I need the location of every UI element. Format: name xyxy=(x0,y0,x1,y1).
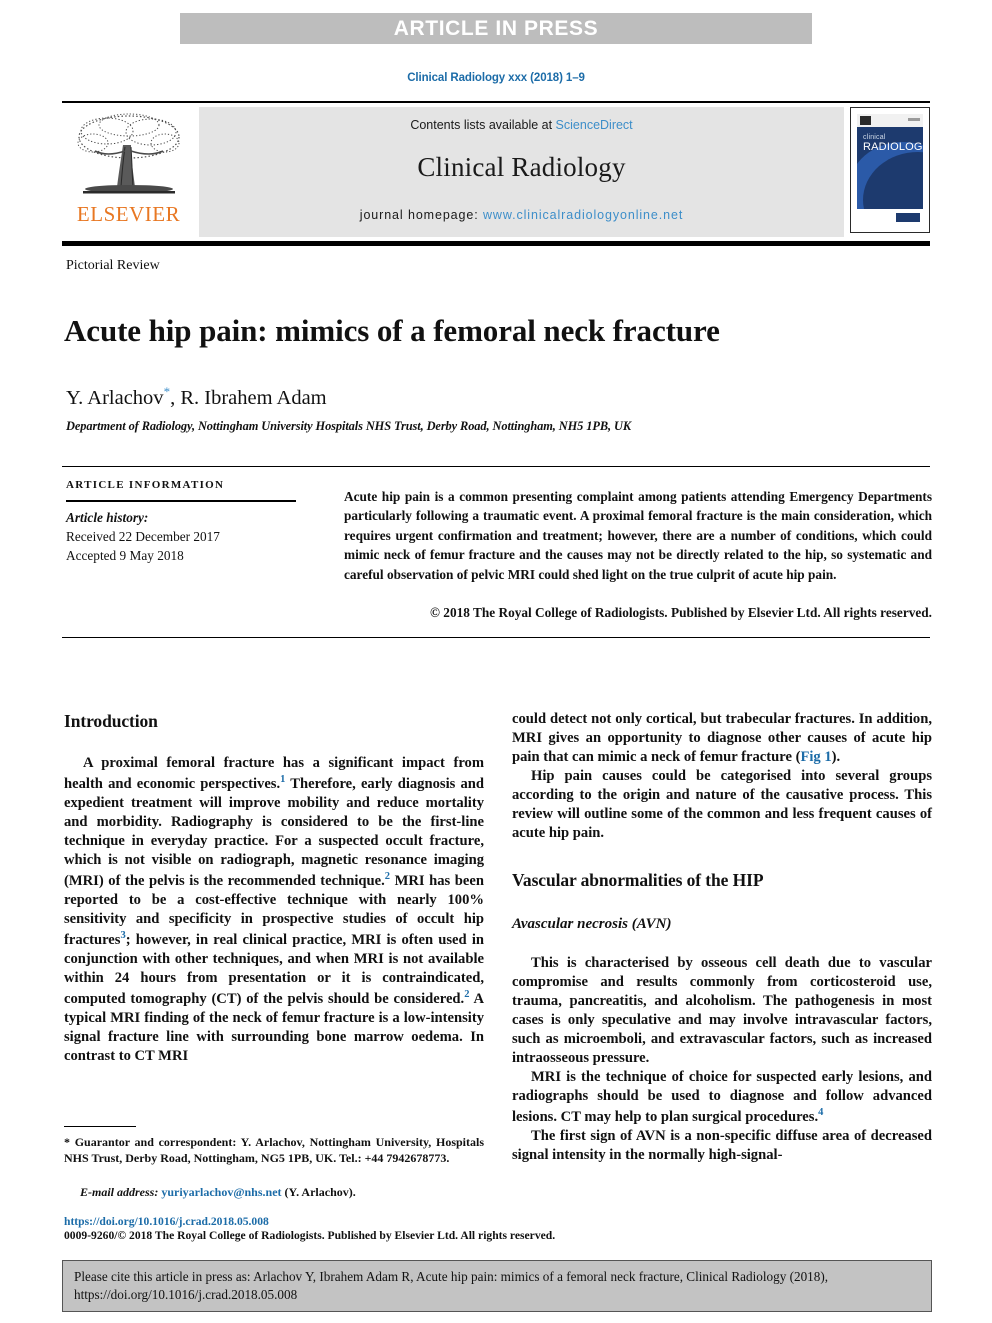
sciencedirect-link[interactable]: ScienceDirect xyxy=(556,118,633,132)
abstract-top-rule xyxy=(62,466,930,467)
paragraph-introduction: A proximal femoral fracture has a signif… xyxy=(64,754,484,1066)
cover-header-strip xyxy=(857,114,923,127)
contents-prefix-label: Contents lists available at xyxy=(410,118,556,132)
body-column-left: Introduction A proximal femoral fracture… xyxy=(64,710,484,1066)
elsevier-tree-icon xyxy=(77,113,180,194)
abstract-copyright: © 2018 The Royal College of Radiologists… xyxy=(430,605,932,620)
heading-vascular-abnormalities: Vascular abnormalities of the HIP xyxy=(512,870,764,891)
cover-publisher-badge xyxy=(896,213,920,222)
paragraph-avn-description: This is characterised by osseous cell de… xyxy=(512,954,932,1066)
doi-link[interactable]: https://doi.org/10.1016/j.crad.2018.05.0… xyxy=(64,1215,269,1228)
paragraph-mri-technique: MRI is the technique of choice for suspe… xyxy=(512,1068,932,1127)
journal-homepage-line: journal homepage: www.clinicalradiologyo… xyxy=(360,208,683,222)
article-history-block: Article history: Received 22 December 20… xyxy=(66,509,316,566)
cite-box-line-1: Please cite this article in press as: Ar… xyxy=(74,1269,829,1284)
article-type-label: Pictorial Review xyxy=(66,258,160,273)
author-affiliation: Department of Radiology, Nottingham Univ… xyxy=(66,419,631,433)
cite-box-line-2: https://doi.org/10.1016/j.crad.2018.05.0… xyxy=(74,1286,298,1302)
cover-elsevier-icon xyxy=(860,116,871,125)
please-cite-box: Please cite this article in press as: Ar… xyxy=(62,1260,932,1312)
corresponding-author-email-link[interactable]: yuriyarlachov@nhs.net xyxy=(161,1185,281,1199)
paragraph-continued: could detect not only cortical, but trab… xyxy=(512,710,932,767)
subheading-avascular-necrosis: Avascular necrosis (AVN) xyxy=(512,916,672,933)
intro-text-d: ; however, in real clinical practice, MR… xyxy=(64,931,484,1007)
cover-artwork: clinical RADIOLOGY xyxy=(857,114,923,226)
article-in-press-label: ARTICLE IN PRESS xyxy=(393,16,599,40)
citation-ref-4[interactable]: 4 xyxy=(818,1107,823,1118)
journal-title: Clinical Radiology xyxy=(417,152,626,182)
figure-1-link[interactable]: Fig 1 xyxy=(800,749,831,765)
article-accepted-date: Accepted 9 May 2018 xyxy=(66,547,184,563)
masthead-center-panel: Contents lists available at ScienceDirec… xyxy=(199,107,844,237)
article-in-press-banner: ARTICLE IN PRESS xyxy=(180,13,812,44)
abstract-text: Acute hip pain is a common presenting co… xyxy=(344,489,932,582)
elsevier-logo: ELSEVIER xyxy=(62,107,195,237)
cover-topright-mark xyxy=(908,118,920,121)
email-address-label: E-mail address: xyxy=(80,1185,159,1199)
cover-footer-strip xyxy=(857,209,923,226)
journal-reference-line: Clinical Radiology xxx (2018) 1–9 xyxy=(407,72,585,84)
author-secondary: , R. Ibrahem Adam xyxy=(170,386,327,409)
cover-radiology-label: RADIOLOGY xyxy=(863,141,923,153)
cont-text-a: could detect not only cortical, but trab… xyxy=(512,711,932,766)
journal-homepage-link[interactable]: www.clinicalradiologyonline.net xyxy=(483,208,683,222)
author-primary: Y. Arlachov xyxy=(66,386,164,409)
article-received-date: Received 22 December 2017 xyxy=(66,528,220,544)
cont-text-b: ). xyxy=(831,749,841,766)
author-list: Y. Arlachov*, R. Ibrahem Adam xyxy=(66,384,327,410)
cover-clinical-label: clinical xyxy=(863,134,886,141)
contents-lists-line: Contents lists available at ScienceDirec… xyxy=(410,118,632,132)
mri-text-a: MRI is the technique of choice for suspe… xyxy=(512,1068,932,1125)
abstract-bottom-rule xyxy=(62,637,930,638)
homepage-prefix-label: journal homepage: xyxy=(359,208,483,222)
footnote-separator-rule xyxy=(64,1126,136,1128)
footnote-email-line: E-mail address: yuriyarlachov@nhs.net (Y… xyxy=(64,1185,484,1200)
article-information-rule xyxy=(66,500,296,502)
article-information-heading: ARTICLE INFORMATION xyxy=(66,479,225,491)
issn-copyright-line: 0009-9260/© 2018 The Royal College of Ra… xyxy=(64,1229,556,1242)
article-history-label: Article history: xyxy=(66,510,149,525)
journal-cover-thumbnail: clinical RADIOLOGY xyxy=(850,107,930,233)
paragraph-avn-first-sign: The first sign of AVN is a non-specific … xyxy=(512,1127,932,1163)
page-title: Acute hip pain: mimics of a femoral neck… xyxy=(64,312,720,348)
journal-masthead: ELSEVIER Contents lists available at Sci… xyxy=(62,101,930,237)
heading-introduction: Introduction xyxy=(64,711,158,731)
footnote-guarantor: * Guarantor and correspondent: Y. Arlach… xyxy=(64,1135,484,1166)
email-author-suffix: (Y. Arlachov). xyxy=(284,1185,356,1199)
elsevier-wordmark: ELSEVIER xyxy=(76,202,181,226)
masthead-bottom-rule xyxy=(62,241,930,246)
paragraph-hip-pain-causes: Hip pain causes could be categorised int… xyxy=(512,768,932,842)
body-column-right: could detect not only cortical, but trab… xyxy=(512,710,932,1165)
